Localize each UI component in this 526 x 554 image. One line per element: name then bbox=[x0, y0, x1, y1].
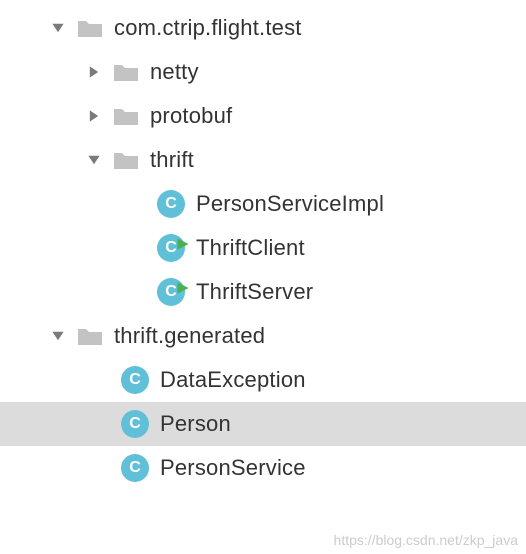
tree-class-person[interactable]: C Person bbox=[0, 402, 526, 446]
tree-package-generated[interactable]: thrift.generated bbox=[0, 314, 526, 358]
tree-class-personservice[interactable]: C PersonService bbox=[0, 446, 526, 490]
chevron-down-icon[interactable] bbox=[84, 153, 104, 167]
package-label: thrift.generated bbox=[114, 323, 265, 349]
class-label: Person bbox=[160, 411, 231, 437]
chevron-down-icon[interactable] bbox=[48, 329, 68, 343]
run-badge-icon bbox=[176, 231, 190, 257]
tree-class-thriftclient[interactable]: C ThriftClient bbox=[0, 226, 526, 270]
package-icon bbox=[112, 61, 140, 83]
package-label: netty bbox=[150, 59, 199, 85]
package-icon bbox=[76, 17, 104, 39]
package-label: com.ctrip.flight.test bbox=[114, 15, 302, 41]
tree-package-netty[interactable]: netty bbox=[0, 50, 526, 94]
chevron-down-icon[interactable] bbox=[48, 21, 68, 35]
chevron-right-icon[interactable] bbox=[84, 65, 104, 79]
class-label: DataException bbox=[160, 367, 306, 393]
tree-class-dataexception[interactable]: C DataException bbox=[0, 358, 526, 402]
class-label: PersonService bbox=[160, 455, 306, 481]
watermark: https://blog.csdn.net/zkp_java bbox=[334, 532, 518, 548]
class-label: ThriftClient bbox=[196, 235, 305, 261]
runnable-class-icon: C bbox=[156, 277, 186, 307]
tree-package-root[interactable]: com.ctrip.flight.test bbox=[0, 6, 526, 50]
package-icon bbox=[112, 149, 140, 171]
runnable-class-icon: C bbox=[156, 233, 186, 263]
class-icon: C bbox=[120, 453, 150, 483]
package-label: protobuf bbox=[150, 103, 232, 129]
class-label: PersonServiceImpl bbox=[196, 191, 384, 217]
tree-package-thrift[interactable]: thrift bbox=[0, 138, 526, 182]
project-tree: com.ctrip.flight.test netty protobuf thr… bbox=[0, 0, 526, 490]
class-icon: C bbox=[120, 365, 150, 395]
tree-class-personserviceimpl[interactable]: C PersonServiceImpl bbox=[0, 182, 526, 226]
class-icon: C bbox=[120, 409, 150, 439]
package-icon bbox=[76, 325, 104, 347]
tree-class-thriftserver[interactable]: C ThriftServer bbox=[0, 270, 526, 314]
class-label: ThriftServer bbox=[196, 279, 313, 305]
package-label: thrift bbox=[150, 147, 194, 173]
package-icon bbox=[112, 105, 140, 127]
tree-package-protobuf[interactable]: protobuf bbox=[0, 94, 526, 138]
class-icon: C bbox=[156, 189, 186, 219]
run-badge-icon bbox=[176, 275, 190, 301]
chevron-right-icon[interactable] bbox=[84, 109, 104, 123]
